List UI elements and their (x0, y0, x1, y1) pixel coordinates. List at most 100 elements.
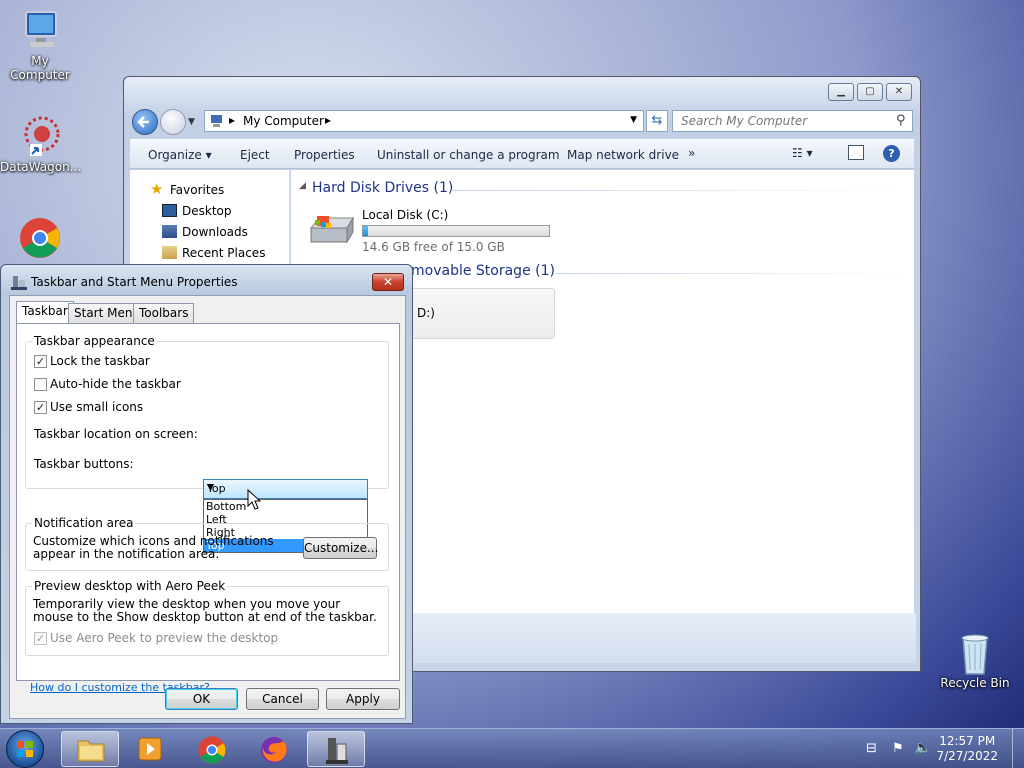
checkbox-label: Lock the taskbar (50, 354, 150, 368)
cancel-button[interactable]: Cancel (246, 688, 319, 710)
aero-peek-checkbox[interactable]: ✓ Use Aero Peek to preview the desktop (34, 631, 278, 645)
nav-label: Favorites (170, 183, 225, 197)
group-divider (556, 273, 911, 274)
disk-usage-fill (363, 226, 369, 236)
taskbar-buttons-label: Taskbar buttons: (34, 457, 134, 471)
ok-button[interactable]: OK (165, 688, 238, 710)
taskbar-properties-button[interactable] (307, 731, 365, 767)
chrome-icon (198, 736, 226, 764)
start-button[interactable] (6, 730, 44, 768)
search-input[interactable]: Search My Computer (672, 110, 913, 132)
hard-drive-icon (309, 216, 354, 244)
dialog-title: Taskbar and Start Menu Properties (31, 275, 238, 289)
firefox-icon (261, 737, 287, 763)
back-button[interactable] (132, 109, 158, 135)
customize-button[interactable]: Customize... (303, 537, 378, 559)
recent-pages-chevron-icon[interactable]: ▼ (188, 117, 195, 127)
computer-icon (18, 8, 62, 52)
star-icon: ★ (150, 180, 164, 198)
address-dropdown-icon[interactable]: ▼ (630, 115, 637, 125)
tab-toolbars[interactable]: Toolbars (133, 303, 195, 323)
breadcrumb-separator-icon[interactable]: ▸ (325, 113, 331, 127)
minimize-button[interactable]: ▁ (828, 83, 854, 101)
desktop-folder-icon (162, 204, 177, 217)
desktop-icon-my-computer[interactable]: My Computer (0, 8, 80, 82)
group-label: Preview desktop with Aero Peek (32, 579, 228, 593)
action-center-flag-icon[interactable]: ⚑ (892, 741, 904, 756)
recent-places-icon (162, 246, 177, 259)
downloads-folder-icon (162, 225, 177, 238)
map-network-drive-button[interactable]: Map network drive (567, 148, 679, 162)
forward-button[interactable] (160, 109, 186, 135)
checkbox-label: Auto-hide the taskbar (50, 377, 181, 391)
desktop-icon-recycle-bin[interactable]: Recycle Bin (935, 630, 1015, 690)
close-button[interactable]: ✕ (886, 83, 912, 101)
taskbar-firefox-button[interactable] (245, 731, 303, 767)
network-icon[interactable]: ⊟ (866, 741, 877, 756)
apply-button[interactable]: Apply (326, 688, 400, 710)
tab-taskbar[interactable]: Taskbar (16, 301, 74, 324)
command-bar: Organize ▾ Eject Properties Uninstall or… (130, 139, 914, 169)
eject-button[interactable]: Eject (240, 148, 270, 162)
dropdown-arrow-icon: ▼ (207, 483, 214, 493)
option-bottom[interactable]: Bottom (204, 500, 367, 513)
navigation-row: ▼ ▸ My Computer ▸ ▼ ⇆ Search My Computer… (132, 107, 913, 137)
checkbox-box (34, 377, 47, 391)
taskbar-settings-icon (326, 738, 348, 764)
window-controls: ▁ ▢ ✕ (825, 83, 912, 101)
nav-downloads[interactable]: Downloads (162, 225, 248, 239)
nav-desktop[interactable]: Desktop (162, 204, 232, 218)
small-icons-checkbox[interactable]: ✓ Use small icons (34, 400, 143, 414)
nav-label: Desktop (182, 204, 232, 218)
disk-free-space: 14.6 GB free of 15.0 GB (362, 240, 505, 254)
organize-button[interactable]: Organize ▾ (148, 148, 212, 162)
desktop-icon-datawagon[interactable]: DataWagon... (0, 114, 81, 174)
preview-pane-icon[interactable] (848, 145, 864, 160)
mouse-cursor-icon (247, 489, 262, 510)
auto-hide-checkbox[interactable]: Auto-hide the taskbar (34, 377, 181, 391)
checkbox-label: Use small icons (50, 400, 144, 414)
volume-icon[interactable]: 🔈 (914, 740, 931, 756)
collapse-group-icon[interactable]: ◢ (299, 181, 306, 191)
nav-favorites[interactable]: ★ Favorites (150, 180, 225, 198)
show-desktop-button[interactable] (1012, 729, 1024, 768)
datawagon-icon (18, 114, 62, 158)
location-label: Taskbar location on screen: (34, 427, 198, 441)
lock-taskbar-checkbox[interactable]: ✓ Lock the taskbar (34, 354, 150, 368)
checkmark-icon: ✓ (34, 354, 47, 368)
desktop-icon-chrome[interactable] (0, 216, 80, 262)
taskbar-location-select[interactable]: Top ▼ (203, 479, 368, 499)
aero-peek-description: Temporarily view the desktop when you mo… (33, 597, 377, 624)
taskbar-media-player-button[interactable] (121, 731, 179, 767)
disk-usage-bar (362, 225, 550, 237)
system-clock[interactable]: 12:57 PM 7/27/2022 (936, 734, 998, 764)
maximize-button[interactable]: ▢ (857, 83, 883, 101)
group-divider (451, 190, 911, 191)
taskbar-appearance-group: Taskbar appearance ✓ Lock the taskbar Aut… (25, 334, 389, 489)
computer-small-icon (211, 115, 222, 127)
taskbar-chrome-button[interactable] (183, 731, 241, 767)
view-options-icon[interactable]: ☷ ▾ (792, 146, 813, 160)
clock-time: 12:57 PM (939, 734, 996, 748)
uninstall-program-button[interactable]: Uninstall or change a program (377, 148, 560, 162)
disk-name: Local Disk (C:) (362, 208, 449, 222)
local-disk-c[interactable]: Local Disk (C:) 14.6 GB free of 15.0 GB (307, 206, 567, 254)
more-commands-button[interactable]: » (688, 146, 695, 160)
group-header-removable-storage[interactable]: movable Storage (1) (411, 263, 555, 279)
refresh-button[interactable]: ⇆ (646, 110, 668, 132)
removable-drive-item[interactable]: D:) (411, 288, 555, 339)
address-bar[interactable]: ▸ My Computer ▸ ▼ (204, 110, 644, 132)
search-icon: ⚲ (896, 113, 906, 128)
dialog-taskbar-icon (11, 276, 27, 290)
taskbar-explorer-button[interactable] (61, 731, 119, 767)
properties-button[interactable]: Properties (294, 148, 355, 162)
nav-recent-places[interactable]: Recent Places (162, 246, 265, 260)
removable-drive-label: D:) (417, 306, 435, 320)
help-icon[interactable]: ? (883, 145, 900, 162)
dialog-close-button[interactable]: ✕ (372, 273, 404, 291)
group-header-hard-disk-drives[interactable]: Hard Disk Drives (1) (312, 180, 453, 196)
chrome-icon (18, 216, 62, 260)
breadcrumb[interactable]: My Computer (243, 114, 324, 128)
taskbar-properties-dialog: Taskbar and Start Menu Properties ✕ Task… (0, 264, 413, 724)
breadcrumb-separator-icon: ▸ (229, 113, 236, 127)
